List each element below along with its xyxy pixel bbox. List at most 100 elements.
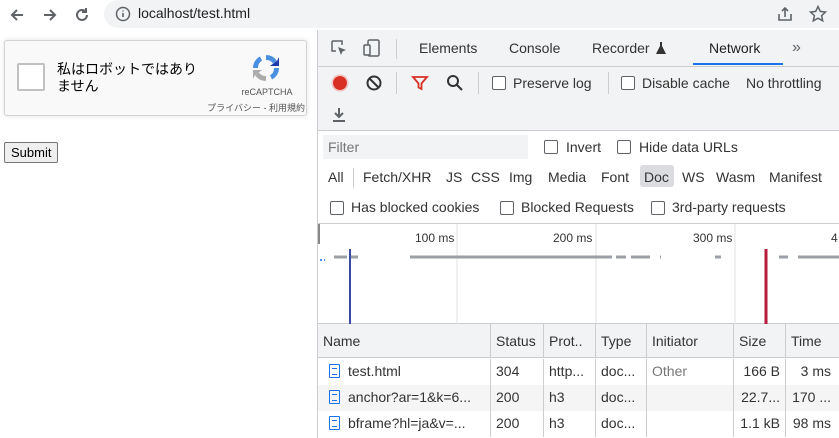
filter-funnel-icon[interactable]: [411, 74, 429, 97]
third-party-label: 3rd-party requests: [672, 199, 786, 215]
type-filter-wasm[interactable]: Wasm: [716, 169, 755, 185]
request-initiator: [647, 385, 734, 411]
request-initiator: [647, 411, 734, 437]
request-time: 170 ...: [786, 385, 839, 411]
recaptcha-label: 私はロボットではありません: [57, 61, 197, 94]
request-status: 304: [491, 359, 544, 385]
filter-bar: Invert Hide data URLs All Fetch/XHR JS C…: [318, 132, 839, 224]
request-protocol: h3: [544, 411, 596, 437]
url-text: localhost/test.html: [138, 5, 251, 21]
request-status: 200: [491, 411, 544, 437]
recaptcha-checkbox[interactable]: [17, 63, 45, 91]
preserve-log-checkbox[interactable]: [492, 76, 506, 90]
request-name: test.html: [348, 363, 401, 379]
invert-checkbox[interactable]: [544, 140, 558, 154]
divider: [608, 72, 609, 94]
type-filter-doc[interactable]: Doc: [644, 169, 669, 185]
tab-console[interactable]: Console: [509, 40, 560, 56]
filter-input[interactable]: [323, 135, 528, 159]
tab-elements[interactable]: Elements: [419, 40, 477, 56]
divider: [396, 39, 397, 59]
request-size: 166 B: [734, 359, 786, 385]
divider: [353, 168, 354, 188]
preserve-log-label: Preserve log: [513, 75, 592, 91]
back-icon[interactable]: [6, 4, 28, 26]
bookmark-star-icon[interactable]: [808, 4, 828, 29]
inspect-element-icon[interactable]: [330, 39, 348, 62]
record-icon[interactable]: [331, 74, 349, 97]
disable-cache-checkbox[interactable]: [621, 76, 635, 90]
search-icon[interactable]: [446, 74, 464, 97]
network-request-table: Name Status Prot.. Type Initiator Size T…: [318, 324, 839, 438]
import-har-icon[interactable]: [331, 107, 347, 128]
hide-data-urls-checkbox[interactable]: [617, 140, 631, 154]
active-tab-indicator: [693, 63, 783, 65]
column-header-status[interactable]: Status: [491, 324, 544, 358]
timeline-tick: 100 ms: [415, 231, 455, 245]
request-initiator: Other: [647, 359, 734, 385]
request-name: bframe?hl=ja&v=...: [348, 415, 466, 431]
request-name-cell: anchor?ar=1&k=6...: [318, 385, 491, 411]
flask-icon: [655, 41, 667, 60]
column-header-time[interactable]: Time: [786, 324, 839, 358]
recaptcha-terms-link[interactable]: プライバシー - 利用規約: [183, 101, 305, 114]
request-size: 22.7...: [734, 385, 786, 411]
invert-label: Invert: [566, 139, 602, 155]
request-name-cell: test.html: [318, 359, 491, 385]
info-icon[interactable]: [115, 6, 131, 27]
type-filter-all[interactable]: All: [328, 169, 344, 185]
network-toolbar: Preserve log Disable cache No throttling: [318, 67, 839, 131]
column-header-name[interactable]: Name: [318, 324, 491, 358]
devtools-panel: Elements Console Recorder Network » Pres…: [317, 30, 839, 438]
tab-network[interactable]: Network: [709, 40, 760, 56]
has-blocked-cookies-checkbox[interactable]: [330, 201, 344, 215]
tab-recorder[interactable]: Recorder: [592, 40, 650, 56]
type-filter-ws[interactable]: WS: [682, 169, 705, 185]
column-header-protocol[interactable]: Prot..: [544, 324, 596, 358]
address-bar[interactable]: localhost/test.html: [104, 0, 839, 28]
document-icon: [329, 364, 340, 378]
document-icon: [329, 390, 340, 404]
divider: [396, 72, 397, 94]
type-filter-font[interactable]: Font: [601, 169, 629, 185]
type-filter-manifest[interactable]: Manifest: [769, 169, 822, 185]
throttling-select[interactable]: No throttling: [746, 75, 821, 91]
request-name: anchor?ar=1&k=6...: [348, 389, 471, 405]
timeline-tick: 300 ms: [693, 231, 733, 245]
blocked-requests-label: Blocked Requests: [521, 199, 634, 215]
type-filter-js[interactable]: JS: [446, 169, 462, 185]
recaptcha-brand: reCAPTCHA: [241, 87, 293, 97]
type-filter-fetch-xhr[interactable]: Fetch/XHR: [363, 169, 431, 185]
divider: [478, 72, 479, 94]
forward-icon[interactable]: [39, 4, 61, 26]
timeline-tick: 200 ms: [553, 231, 593, 245]
browser-toolbar: localhost/test.html: [0, 0, 839, 30]
request-type: doc...: [596, 411, 647, 437]
share-icon[interactable]: [776, 5, 794, 28]
recaptcha-widget: 私はロボットではありません reCAPTCHA プライバシー - 利用規約: [4, 40, 307, 116]
network-overview-timeline[interactable]: 100 ms 200 ms 300 ms 4: [318, 224, 839, 324]
device-toolbar-icon[interactable]: [362, 38, 382, 63]
recaptcha-logo-icon: [249, 51, 283, 85]
reload-icon[interactable]: [71, 4, 93, 26]
blocked-requests-checkbox[interactable]: [500, 201, 514, 215]
request-type: doc...: [596, 385, 647, 411]
request-time: 98 ms: [786, 411, 839, 437]
type-filter-img[interactable]: Img: [509, 169, 532, 185]
request-size: 1.1 kB: [734, 411, 786, 437]
column-header-initiator[interactable]: Initiator: [647, 324, 734, 358]
column-header-size[interactable]: Size: [734, 324, 786, 358]
has-blocked-cookies-label: Has blocked cookies: [351, 199, 480, 215]
third-party-checkbox[interactable]: [651, 201, 665, 215]
column-header-type[interactable]: Type: [596, 324, 647, 358]
clear-icon[interactable]: [365, 74, 383, 97]
more-tabs-icon[interactable]: »: [792, 39, 801, 57]
page-content: 私はロボットではありません reCAPTCHA プライバシー - 利用規約 Su…: [0, 30, 317, 438]
type-filter-css[interactable]: CSS: [471, 169, 500, 185]
request-name-cell: bframe?hl=ja&v=...: [318, 411, 491, 437]
document-icon: [329, 416, 340, 430]
submit-button[interactable]: Submit: [4, 142, 59, 163]
disable-cache-label: Disable cache: [642, 75, 730, 91]
type-filter-media[interactable]: Media: [548, 169, 586, 185]
request-protocol: h3: [544, 385, 596, 411]
